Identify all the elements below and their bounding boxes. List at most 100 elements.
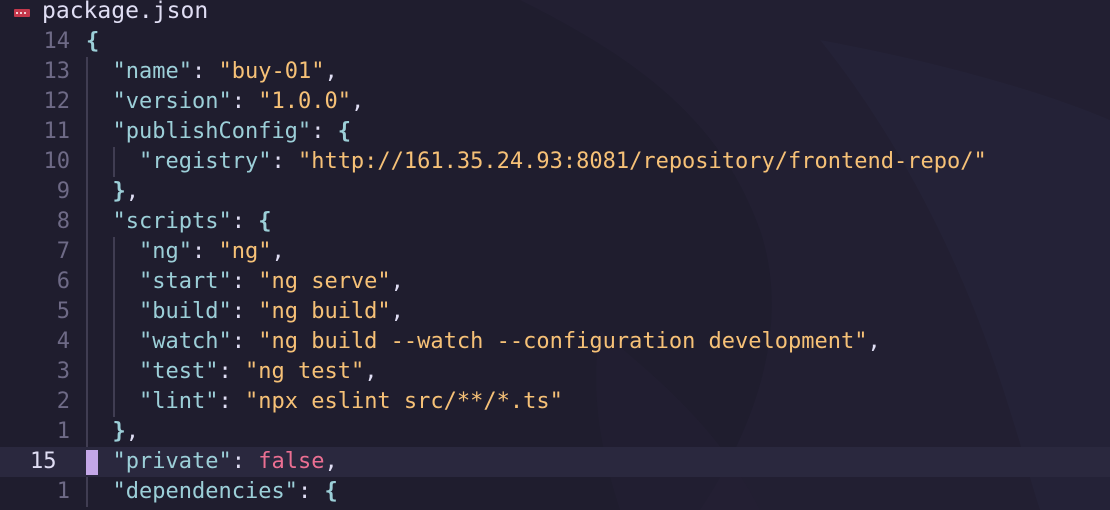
- indent-guide: [112, 327, 115, 357]
- code-line[interactable]: 4 "watch": "ng build --watch --configurat…: [0, 327, 1110, 357]
- code-token: ,: [125, 419, 139, 444]
- code-token: "version": [112, 89, 232, 114]
- code-editor[interactable]: 14{13 "name": "buy-01", 12 "version": "1.0.…: [0, 27, 1110, 507]
- code-token: {: [324, 479, 338, 504]
- line-number: 8: [56, 209, 70, 234]
- line-number: 6: [56, 269, 70, 294]
- npm-file-icon: [14, 9, 30, 17]
- code-text: "lint": "npx eslint src/**/*.ts": [139, 387, 563, 417]
- code-text: "test": "ng test",: [139, 357, 377, 387]
- code-line[interactable]: 2 "lint": "npx eslint src/**/*.ts": [0, 387, 1110, 417]
- indent-guide: [86, 267, 88, 297]
- code-line[interactable]: 9},: [0, 177, 1110, 207]
- code-line[interactable]: 6 "start": "ng serve",: [0, 267, 1110, 297]
- indent-guide: [86, 417, 88, 447]
- code-token: "lint": [139, 389, 219, 414]
- line-number: 13: [43, 59, 71, 84]
- code-line[interactable]: 3 "test": "ng test",: [0, 357, 1110, 387]
- line-number: 14: [43, 29, 71, 54]
- line-number: 1: [56, 419, 70, 444]
- indent-guide: [86, 477, 88, 507]
- code-token: "publishConfig": [112, 119, 312, 144]
- indent-guide: [86, 87, 88, 117]
- indent-guide: [86, 177, 88, 207]
- indent-guide: [86, 207, 88, 237]
- code-text: {: [86, 27, 99, 57]
- indent-guide: [112, 267, 115, 297]
- code-token: "scripts": [112, 209, 232, 234]
- code-token: :: [191, 239, 219, 264]
- code-line[interactable]: 7 "ng": "ng",: [0, 237, 1110, 267]
- code-text: "publishConfig": {: [113, 117, 351, 147]
- indent-guide: [86, 57, 88, 87]
- line-number: 11: [43, 119, 71, 144]
- indent-guide: [86, 297, 88, 327]
- code-token: :: [231, 269, 259, 294]
- code-token: ,: [324, 449, 338, 474]
- current-code-line[interactable]: 15 "private": false,: [0, 447, 1110, 477]
- code-text: "dependencies": {: [113, 477, 338, 507]
- code-token: "1.0.0": [258, 89, 351, 114]
- indent-guide: [86, 147, 88, 177]
- code-line[interactable]: 13 "name": "buy-01",: [0, 57, 1110, 87]
- code-token: "private": [112, 449, 232, 474]
- line-number: 5: [56, 299, 70, 324]
- code-token: }: [112, 179, 126, 204]
- line-number: 9: [56, 179, 70, 204]
- line-number: 10: [43, 149, 71, 174]
- code-token: "ng": [139, 239, 192, 264]
- line-number: 2: [56, 389, 70, 414]
- indent-guide: [86, 117, 88, 147]
- code-text: },: [113, 417, 140, 447]
- code-text: "name": "buy-01",: [113, 57, 338, 87]
- code-token: :: [297, 479, 325, 504]
- code-token: "watch": [139, 329, 232, 354]
- code-text: "version": "1.0.0",: [113, 87, 365, 117]
- code-line[interactable]: 1},: [0, 417, 1110, 447]
- code-token: :: [231, 89, 259, 114]
- code-text: "start": "ng serve",: [139, 267, 404, 297]
- code-token: false: [258, 449, 325, 474]
- code-token: "buy-01": [218, 59, 325, 84]
- code-text: "ng": "ng",: [139, 237, 285, 267]
- code-token: "registry": [139, 149, 272, 174]
- code-token: "name": [112, 59, 192, 84]
- indent-guide: [86, 387, 88, 417]
- cursor-mode-marker: [86, 450, 98, 475]
- code-token: ,: [350, 89, 365, 114]
- code-line[interactable]: 12 "version": "1.0.0",: [0, 87, 1110, 117]
- indent-guide: [86, 237, 88, 267]
- file-tab-bar: package.json: [0, 0, 1110, 26]
- code-token: ,: [324, 59, 338, 84]
- code-token: "test": [139, 359, 219, 384]
- line-number: 3: [56, 359, 70, 384]
- code-token: "ng test": [244, 359, 365, 384]
- indent-guide: [86, 357, 88, 387]
- code-text: "scripts": {: [113, 207, 272, 237]
- code-line[interactable]: 5 "build": "ng build",: [0, 297, 1110, 327]
- code-line[interactable]: 10 "registry": "http://161.35.24.93:8081/…: [0, 147, 1110, 177]
- code-line[interactable]: 11 "publishConfig": {: [0, 117, 1110, 147]
- code-token: :: [231, 299, 259, 324]
- code-text: "watch": "ng build --watch --configurati…: [139, 327, 881, 357]
- file-name[interactable]: package.json: [42, 0, 208, 24]
- code-token: {: [337, 119, 351, 144]
- code-token: :: [311, 119, 338, 144]
- code-text: "private": false,: [113, 447, 338, 477]
- line-number: 4: [56, 329, 70, 354]
- code-token: "npx eslint src/**/*.ts": [244, 389, 563, 414]
- code-line[interactable]: 8 "scripts": {: [0, 207, 1110, 237]
- code-text: "build": "ng build",: [139, 297, 404, 327]
- code-token: ,: [364, 359, 378, 384]
- code-token: {: [86, 29, 100, 54]
- code-line[interactable]: 1 "dependencies": {: [0, 477, 1110, 507]
- code-line[interactable]: 14 {: [0, 27, 1110, 57]
- line-number: 1: [56, 479, 70, 504]
- line-number: 7: [56, 239, 70, 264]
- code-token: "ng build": [258, 299, 391, 324]
- code-token: ,: [390, 269, 404, 294]
- code-token: :: [231, 209, 259, 234]
- indent-guide: [112, 387, 115, 417]
- code-token: :: [231, 329, 259, 354]
- indent-guide: [112, 237, 115, 267]
